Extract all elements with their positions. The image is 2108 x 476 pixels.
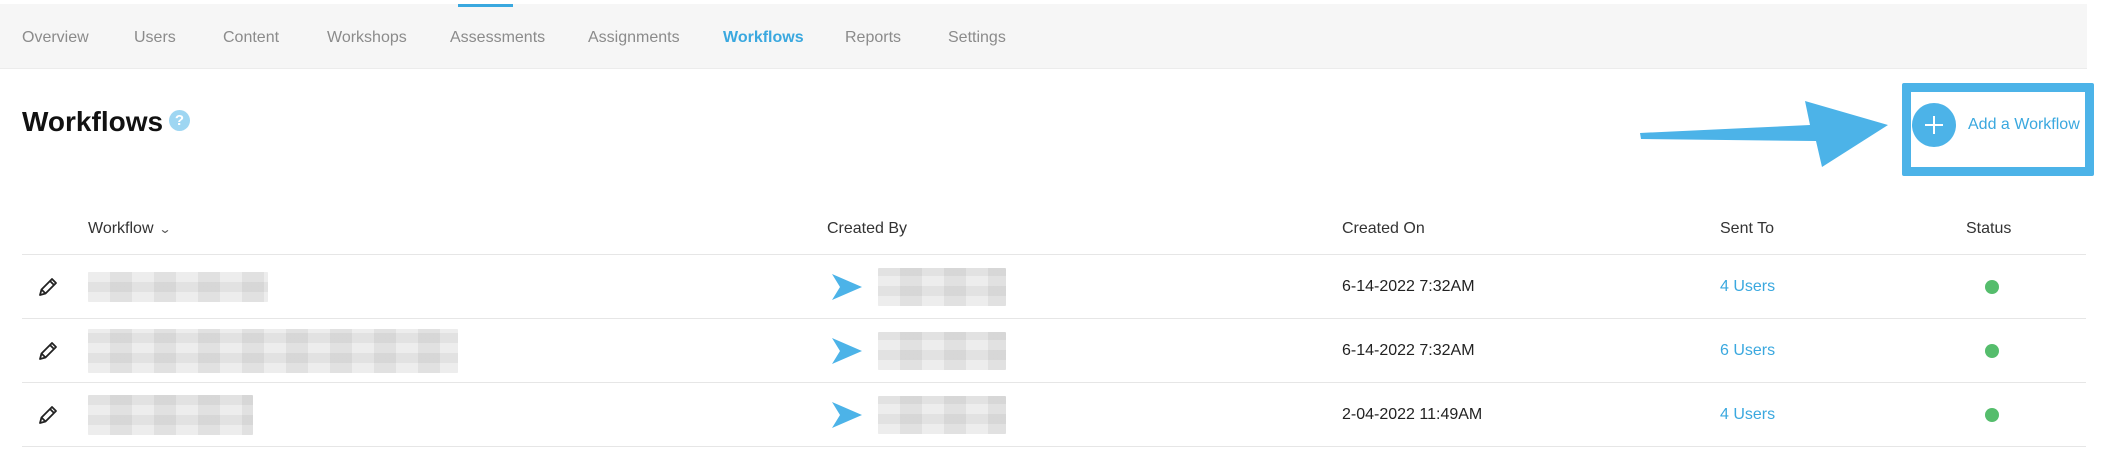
annotation-arrow — [1640, 101, 1888, 167]
status-cell — [1985, 319, 1999, 383]
sent-to-link[interactable]: 6 Users — [1720, 319, 1775, 383]
tab-workshops[interactable]: Workshops — [327, 4, 407, 69]
created-on-cell: 6-14-2022 7:32AM — [1342, 278, 1475, 295]
tab-assessments[interactable]: Assessments — [450, 4, 545, 69]
page-title: Workflows — [22, 106, 164, 137]
created-by-cell — [830, 255, 1006, 319]
status-cell — [1985, 383, 1999, 447]
column-header-created-on: Created On — [1342, 220, 1425, 237]
table-row: 6-14-2022 7:32AM 6 Users — [22, 319, 2086, 383]
tab-reports[interactable]: Reports — [845, 4, 901, 69]
tab-content[interactable]: Content — [223, 4, 279, 69]
chevron-down-icon[interactable]: ⌄ — [158, 222, 171, 236]
column-header-workflow[interactable]: Workflow ⌄ — [88, 220, 171, 238]
pencil-icon[interactable] — [36, 339, 60, 363]
redacted-workflow-name — [88, 329, 458, 373]
top-nav: Overview Users Content Workshops Assessm… — [0, 4, 2087, 69]
tab-users[interactable]: Users — [134, 4, 176, 69]
status-dot — [1985, 408, 1999, 422]
workflow-name-cell — [88, 383, 253, 447]
sent-to-link[interactable]: 4 Users — [1720, 255, 1775, 319]
pencil-icon[interactable] — [36, 403, 60, 427]
table-header: Workflow ⌄ Created By Created On Sent To … — [22, 200, 2086, 255]
redacted-creator-name — [878, 268, 1006, 306]
redacted-workflow-name — [88, 272, 268, 302]
user-avatar-icon — [832, 274, 862, 300]
user-avatar-icon — [832, 338, 862, 364]
tab-settings[interactable]: Settings — [948, 4, 1006, 69]
status-cell — [1985, 255, 1999, 319]
edit-cell — [36, 255, 60, 319]
workflows-table: Workflow ⌄ Created By Created On Sent To … — [22, 200, 2086, 447]
status-dot — [1985, 344, 1999, 358]
created-on-cell: 2-04-2022 11:49AM — [1342, 406, 1483, 423]
column-label-workflow: Workflow — [88, 220, 154, 237]
status-dot — [1985, 280, 1999, 294]
tab-assignments[interactable]: Assignments — [588, 4, 680, 69]
redacted-creator-name — [878, 332, 1006, 370]
created-by-cell — [830, 383, 1006, 447]
add-workflow-button[interactable]: Add a Workflow — [1912, 103, 2080, 147]
table-row: 2-04-2022 11:49AM 4 Users — [22, 383, 2086, 447]
pencil-icon[interactable] — [36, 275, 60, 299]
edit-cell — [36, 383, 60, 447]
add-workflow-label: Add a Workflow — [1968, 116, 2080, 133]
tab-overview[interactable]: Overview — [22, 4, 89, 69]
edit-cell — [36, 319, 60, 383]
user-avatar-icon — [832, 402, 862, 428]
created-by-cell — [830, 319, 1006, 383]
column-header-sent-to: Sent To — [1720, 220, 1774, 237]
created-on-cell: 6-14-2022 7:32AM — [1342, 342, 1475, 359]
workflow-name-cell — [88, 319, 458, 383]
redacted-workflow-name — [88, 395, 253, 435]
plus-icon — [1912, 103, 1956, 147]
redacted-creator-name — [878, 396, 1006, 434]
column-header-created-by: Created By — [827, 220, 908, 237]
tab-workflows[interactable]: Workflows — [723, 4, 804, 69]
workflow-name-cell — [88, 255, 268, 319]
help-icon[interactable]: ? — [169, 110, 190, 131]
sent-to-link[interactable]: 4 Users — [1720, 383, 1775, 447]
column-header-status: Status — [1966, 220, 2012, 237]
table-row: 6-14-2022 7:32AM 4 Users — [22, 255, 2086, 319]
